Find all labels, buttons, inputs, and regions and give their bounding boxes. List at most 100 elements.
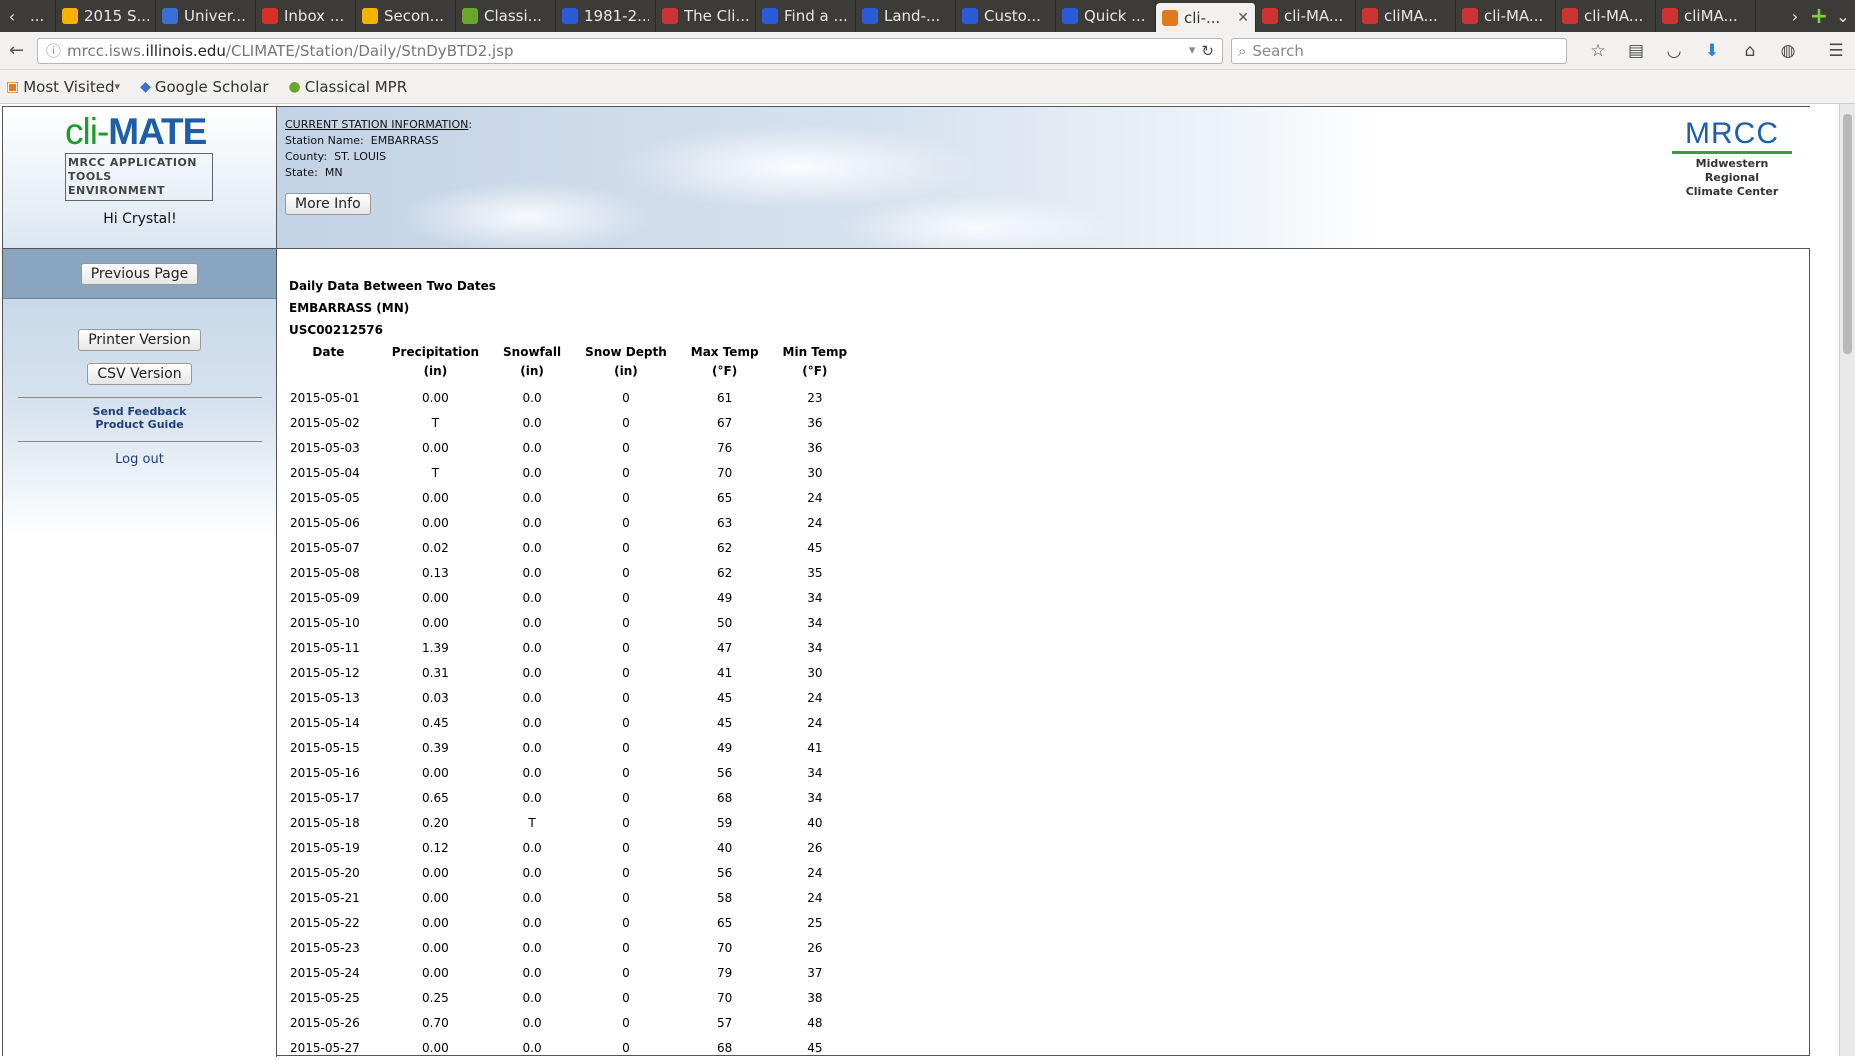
classical-mpr-icon (462, 8, 478, 24)
report-station: EMBARRASS (MN) (289, 301, 410, 315)
browser-tab[interactable]: Find a ... (756, 0, 856, 32)
previous-page-button[interactable]: Previous Page (80, 262, 199, 285)
table-cell: 0 (622, 615, 630, 630)
tab-label: Land-... (884, 7, 941, 25)
google-scholar-icon: ◆ (140, 78, 151, 95)
table-cell: 76 (717, 440, 733, 455)
user-greeting: Hi Crystal! (103, 211, 177, 227)
reading-list-icon[interactable]: ▤ (1617, 41, 1655, 61)
browser-tab[interactable]: Quick ... (1056, 0, 1156, 32)
browser-tab[interactable]: cli-MA... (1256, 0, 1356, 32)
new-tab-icon[interactable]: + (1807, 0, 1831, 32)
report-station-id: USC00212576 (289, 323, 383, 337)
browser-tab[interactable]: Classi... (456, 0, 556, 32)
table-row: 2015-05-11 1.39 0.0 0 47 34 (289, 635, 859, 660)
bookmark-label: Classical MPR (304, 77, 408, 96)
table-cell: 0 (622, 1040, 630, 1055)
noaa-icon (562, 8, 578, 24)
tab-strip: ... 2015 S... Univer... Inbox ... Secon... Cl… (24, 0, 1783, 32)
mrcc-logo[interactable]: MRCC Midwestern Regional Climate Center (1672, 119, 1792, 199)
column-header: Min Temp (°F) (782, 345, 848, 378)
url-dropdown-icon[interactable]: ▾ (1189, 43, 1196, 58)
table-row: 2015-05-14 0.45 0.0 0 45 24 (289, 710, 859, 735)
browser-tab[interactable]: 1981-2... (556, 0, 656, 32)
bookmark-item[interactable]: ◆ Google Scholar (140, 78, 268, 96)
climate-icon (1162, 9, 1178, 26)
classical-mpr-icon: ● (288, 78, 301, 95)
send-feedback-link[interactable]: Send Feedback (3, 405, 276, 418)
browser-tab[interactable]: Secon... (356, 0, 456, 32)
table-cell: 0.02 (422, 540, 449, 555)
browser-tab[interactable]: cli-... ✕ (1156, 3, 1256, 32)
menu-icon[interactable]: ☰ (1817, 41, 1855, 61)
table-cell: 49 (717, 590, 733, 605)
url-bar[interactable]: ⓘ mrcc.isws. illinois.edu/CLIMATE/Station… (36, 37, 1223, 64)
table-cell: 0 (622, 640, 630, 655)
table-cell: 2015-05-13 (290, 690, 360, 705)
station-banner: CURRENT STATION INFORMATION: Station Nam… (277, 107, 1810, 249)
table-cell: 63 (717, 515, 733, 530)
bookmark-star-icon[interactable]: ☆ (1579, 41, 1617, 61)
table-cell: 40 (717, 840, 733, 855)
tab-label: cli-MA... (1484, 7, 1544, 25)
back-arrow-icon[interactable]: ← (0, 40, 33, 61)
table-cell: 2015-05-12 (290, 665, 360, 680)
table-cell: 1.39 (422, 640, 449, 655)
info-icon[interactable]: ⓘ (46, 40, 61, 61)
browser-tab[interactable]: Univer... (156, 0, 256, 32)
table-cell: 24 (807, 890, 823, 905)
csv-version-button[interactable]: CSV Version (87, 363, 192, 385)
search-input[interactable]: ⌕ Search (1230, 37, 1567, 64)
table-cell: 0.0 (522, 390, 542, 405)
table-cell: 2015-05-19 (290, 840, 360, 855)
browser-tab[interactable]: cliMA... (1356, 0, 1456, 32)
logo-subtitle: MRCC APPLICATION TOOLS ENVIRONMENT (65, 153, 213, 201)
table-cell: 0 (622, 815, 630, 830)
home-icon[interactable]: ⌂ (1731, 41, 1769, 61)
reload-icon[interactable]: ↻ (1201, 42, 1214, 60)
station-name-row: Station Name: EMBARRASS (285, 134, 439, 147)
browser-tab[interactable]: The Cli... (656, 0, 756, 32)
page-scrollbar[interactable] (1839, 104, 1855, 1056)
scroll-tabs-right-icon[interactable]: › (1783, 0, 1807, 32)
scroll-tabs-left-icon[interactable]: ‹ (0, 0, 24, 32)
download-icon[interactable]: ⬇ (1693, 41, 1731, 61)
more-info-button[interactable]: More Info (285, 193, 371, 215)
table-cell: 0.0 (522, 590, 542, 605)
table-cell: 2015-05-24 (290, 965, 360, 980)
log-out-link[interactable]: Log out (3, 452, 276, 467)
table-cell: 0 (622, 715, 630, 730)
browser-tab[interactable]: cli-MA... (1556, 0, 1656, 32)
browser-tab[interactable]: Custo... (956, 0, 1056, 32)
url-path: /CLIMATE/Station/Daily/StnDyBTD2.jsp (225, 41, 514, 60)
scrollbar-thumb[interactable] (1843, 114, 1852, 354)
bookmark-label: Google Scholar (154, 77, 269, 96)
browser-tab[interactable]: Land-... (856, 0, 956, 32)
browser-tab[interactable]: cli-MA... (1456, 0, 1556, 32)
table-cell: 0.31 (422, 665, 449, 680)
close-tab-icon[interactable]: ✕ (1237, 10, 1249, 26)
table-cell: 50 (717, 615, 733, 630)
table-row: 2015-05-27 0.00 0.0 0 68 45 (289, 1035, 859, 1060)
table-cell: 2015-05-05 (290, 490, 360, 505)
station-info-heading: CURRENT STATION INFORMATION (285, 118, 469, 131)
bookmark-item[interactable]: ▣ Most Visited ▾ (6, 78, 120, 96)
tab-list-icon[interactable]: ⌄ (1831, 0, 1855, 32)
browser-tab[interactable]: ... (24, 0, 56, 32)
table-cell: 0 (622, 740, 630, 755)
bookmark-item[interactable]: ● Classical MPR (289, 78, 408, 96)
product-guide-link[interactable]: Product Guide (3, 418, 276, 431)
browser-tab[interactable]: Inbox ... (256, 0, 356, 32)
table-cell: 0.00 (422, 440, 449, 455)
table-row: 2015-05-19 0.12 0.0 0 40 26 (289, 835, 859, 860)
climate-logo[interactable]: cli-MATE (65, 111, 207, 153)
tab-label: cliMA... (1684, 7, 1738, 25)
calendar-icon (162, 8, 178, 24)
table-cell: 0.65 (422, 790, 449, 805)
browser-tab[interactable]: cliMA... (1656, 0, 1756, 32)
report-content: Daily Data Between Two Dates EMBARRASS (… (289, 275, 1789, 1060)
browser-tab[interactable]: 2015 S... (56, 0, 156, 32)
printer-version-button[interactable]: Printer Version (78, 329, 201, 351)
pocket-icon[interactable]: ◡ (1655, 41, 1693, 61)
chat-icon[interactable]: ◍ (1769, 41, 1807, 61)
